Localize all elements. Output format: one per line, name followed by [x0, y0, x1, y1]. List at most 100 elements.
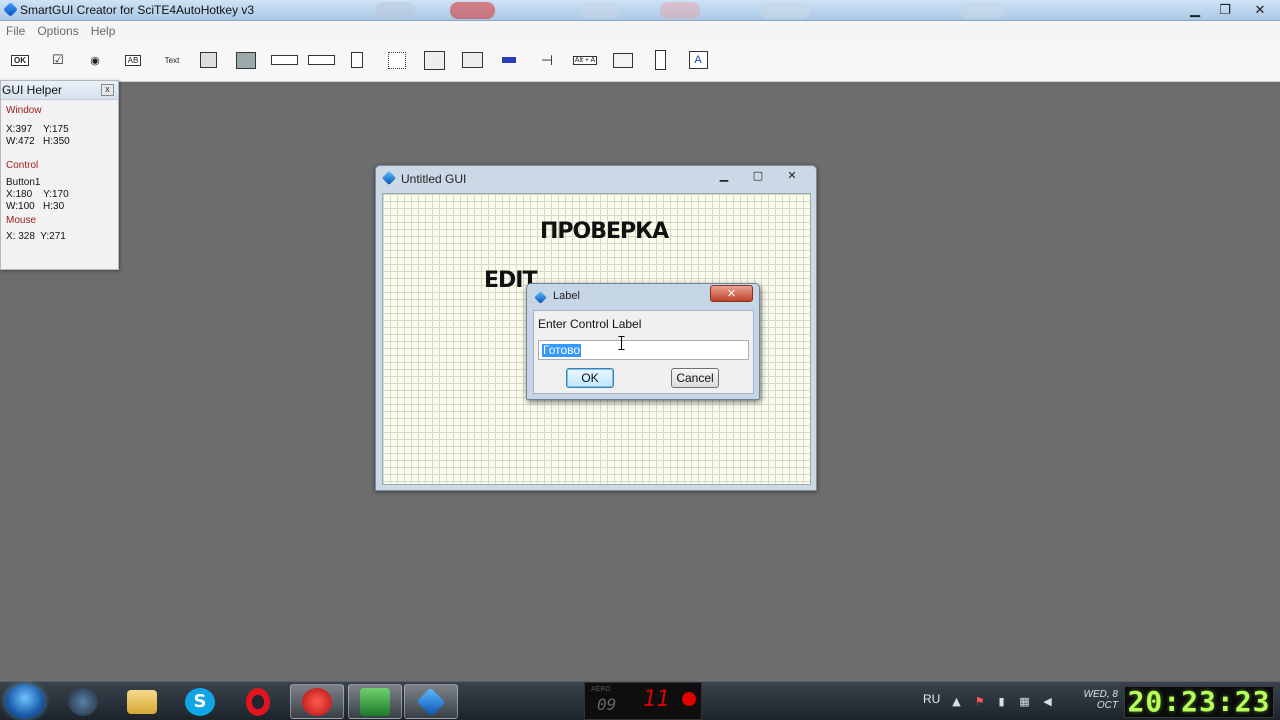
close-button[interactable]: ✕ — [1240, 0, 1280, 20]
font-icon: A — [688, 51, 708, 69]
restore-button[interactable]: ❐ — [1210, 0, 1240, 20]
folder-icon — [127, 689, 157, 714]
gui-titlebar[interactable]: Untitled GUI ▁ □ ✕ — [376, 166, 816, 190]
close-icon[interactable]: x — [101, 84, 114, 96]
combobox-icon — [307, 55, 335, 65]
start-button[interactable] — [5, 684, 45, 719]
label-dialog-body: Enter Control Label Готово OK Cancel — [533, 310, 754, 394]
background-blur — [580, 2, 620, 19]
tool-dropdownlist[interactable] — [270, 51, 298, 69]
datetime-icon — [461, 52, 483, 68]
taskbar-recorder[interactable] — [290, 684, 344, 719]
gui-title: Untitled GUI — [401, 172, 467, 186]
taskbar-steam[interactable] — [56, 684, 110, 719]
slider-icon: ⊣ — [540, 51, 554, 68]
tool-tab[interactable] — [423, 50, 445, 70]
action-center-icon[interactable]: ⚑ — [973, 695, 986, 708]
app-icon — [3, 2, 18, 17]
tool-folder[interactable] — [612, 51, 634, 69]
digital-clock[interactable]: 20:23:23 — [1124, 686, 1274, 718]
helper-control-size: W:100 H:30 — [6, 201, 65, 212]
recorder-widget[interactable]: AERO 09 11 — [584, 682, 702, 720]
tool-radio[interactable]: ◉ — [88, 51, 102, 69]
power-icon[interactable]: ▮ — [995, 695, 1008, 708]
scite-icon — [360, 687, 390, 716]
listbox-icon — [351, 52, 363, 68]
tool-button[interactable]: OK — [9, 51, 31, 69]
tool-hotkey[interactable]: Alt + A — [571, 51, 599, 69]
control-toolbar: OK ☑ ◉ AB Text ⊣ Alt + A A — [0, 40, 1280, 82]
date-month: OCT — [1096, 700, 1118, 711]
taskbar: S AERO 09 11 RU ▲ ⚑ ▮ ▦ ◀ WED, 8 OCT 20:… — [0, 681, 1280, 720]
tool-combobox[interactable] — [307, 51, 335, 69]
language-indicator[interactable]: RU — [923, 692, 940, 706]
tool-font[interactable]: A — [688, 51, 708, 69]
opera-icon — [246, 687, 270, 716]
picture-icon — [236, 51, 256, 69]
widget-left-digits: 09 — [597, 695, 617, 714]
taskbar-skype[interactable]: S — [173, 684, 227, 719]
background-blur — [760, 2, 810, 19]
tool-groupbox[interactable] — [199, 51, 217, 69]
tray-date[interactable]: WED, 8 OCT — [1070, 689, 1118, 711]
gui-helper-title: GUI Helper x — [1, 81, 118, 100]
ok-button[interactable]: OK — [566, 368, 614, 388]
tab-icon — [423, 50, 445, 70]
hotkey-tool-icon: Alt + A — [572, 55, 598, 65]
helper-window-label: Window — [6, 105, 42, 116]
gui-maximize-button[interactable]: □ — [748, 169, 768, 183]
date-weekday: WED, 8 — [1083, 689, 1118, 700]
tool-checkbox[interactable]: ☑ — [50, 51, 66, 69]
app-title: SmartGUI Creator for SciTE4AutoHotkey v3 — [20, 3, 255, 17]
network-icon[interactable]: ▦ — [1018, 695, 1031, 708]
taskbar-smartgui[interactable] — [404, 684, 458, 719]
menu-help[interactable]: Help — [91, 24, 116, 38]
tray-expand-icon[interactable]: ▲ — [950, 695, 963, 708]
tool-picture[interactable] — [235, 51, 257, 69]
folder-icon — [613, 52, 633, 68]
progress-icon — [502, 57, 516, 63]
menu-file[interactable]: File — [6, 24, 25, 38]
volume-icon[interactable]: ◀ — [1041, 695, 1054, 708]
radio-icon: ◉ — [90, 54, 100, 67]
helper-mouse-label: Mouse — [6, 215, 37, 226]
checkbox-icon: ☑ — [52, 52, 64, 67]
autohotkey-icon — [534, 291, 547, 304]
edit-tool-icon: AB — [124, 54, 142, 66]
menu-bar: File Options Help — [0, 21, 1280, 40]
gui-close-button[interactable]: ✕ — [782, 169, 802, 183]
helper-control-pos: X:180 Y:170 — [6, 189, 69, 200]
dialog-prompt: Enter Control Label — [538, 317, 642, 331]
minimize-button[interactable]: ▁ — [1180, 0, 1210, 20]
tool-listbox[interactable] — [350, 51, 364, 69]
taskbar-scite[interactable] — [348, 684, 402, 719]
tool-slider[interactable]: ⊣ — [537, 51, 557, 69]
updown-icon — [654, 50, 666, 70]
dropdown-icon — [270, 55, 298, 65]
canvas-label-text[interactable]: ПРОВЕРКА — [540, 219, 669, 244]
tool-progress[interactable] — [500, 51, 518, 69]
text-tool-icon: Text — [164, 55, 180, 65]
steam-icon — [68, 687, 98, 716]
control-label-input[interactable]: Готово — [538, 340, 749, 360]
dialog-close-button[interactable]: ✕ — [710, 285, 753, 302]
record-dot-icon — [682, 692, 696, 706]
cancel-button[interactable]: Cancel — [671, 368, 719, 388]
helper-window-size: W:472 H:350 — [6, 136, 70, 147]
tool-listview[interactable] — [387, 51, 407, 69]
background-blur — [660, 2, 700, 19]
taskbar-explorer[interactable] — [115, 684, 169, 719]
tool-text[interactable]: Text — [160, 51, 184, 69]
background-blur — [375, 2, 415, 19]
control-label-value: Готово — [542, 343, 582, 357]
background-blur — [450, 2, 495, 19]
app-window-controls: ▁ ❐ ✕ — [1180, 0, 1280, 20]
taskbar-opera[interactable] — [231, 684, 285, 719]
helper-mouse-pos: X: 328 Y:271 — [6, 231, 66, 242]
helper-control-name: Button1 — [6, 177, 41, 188]
tool-edit[interactable]: AB — [121, 51, 145, 69]
menu-options[interactable]: Options — [37, 24, 78, 38]
tool-updown[interactable] — [653, 50, 667, 70]
gui-minimize-button[interactable]: ▁ — [714, 169, 734, 183]
tool-datetime[interactable] — [461, 51, 483, 69]
